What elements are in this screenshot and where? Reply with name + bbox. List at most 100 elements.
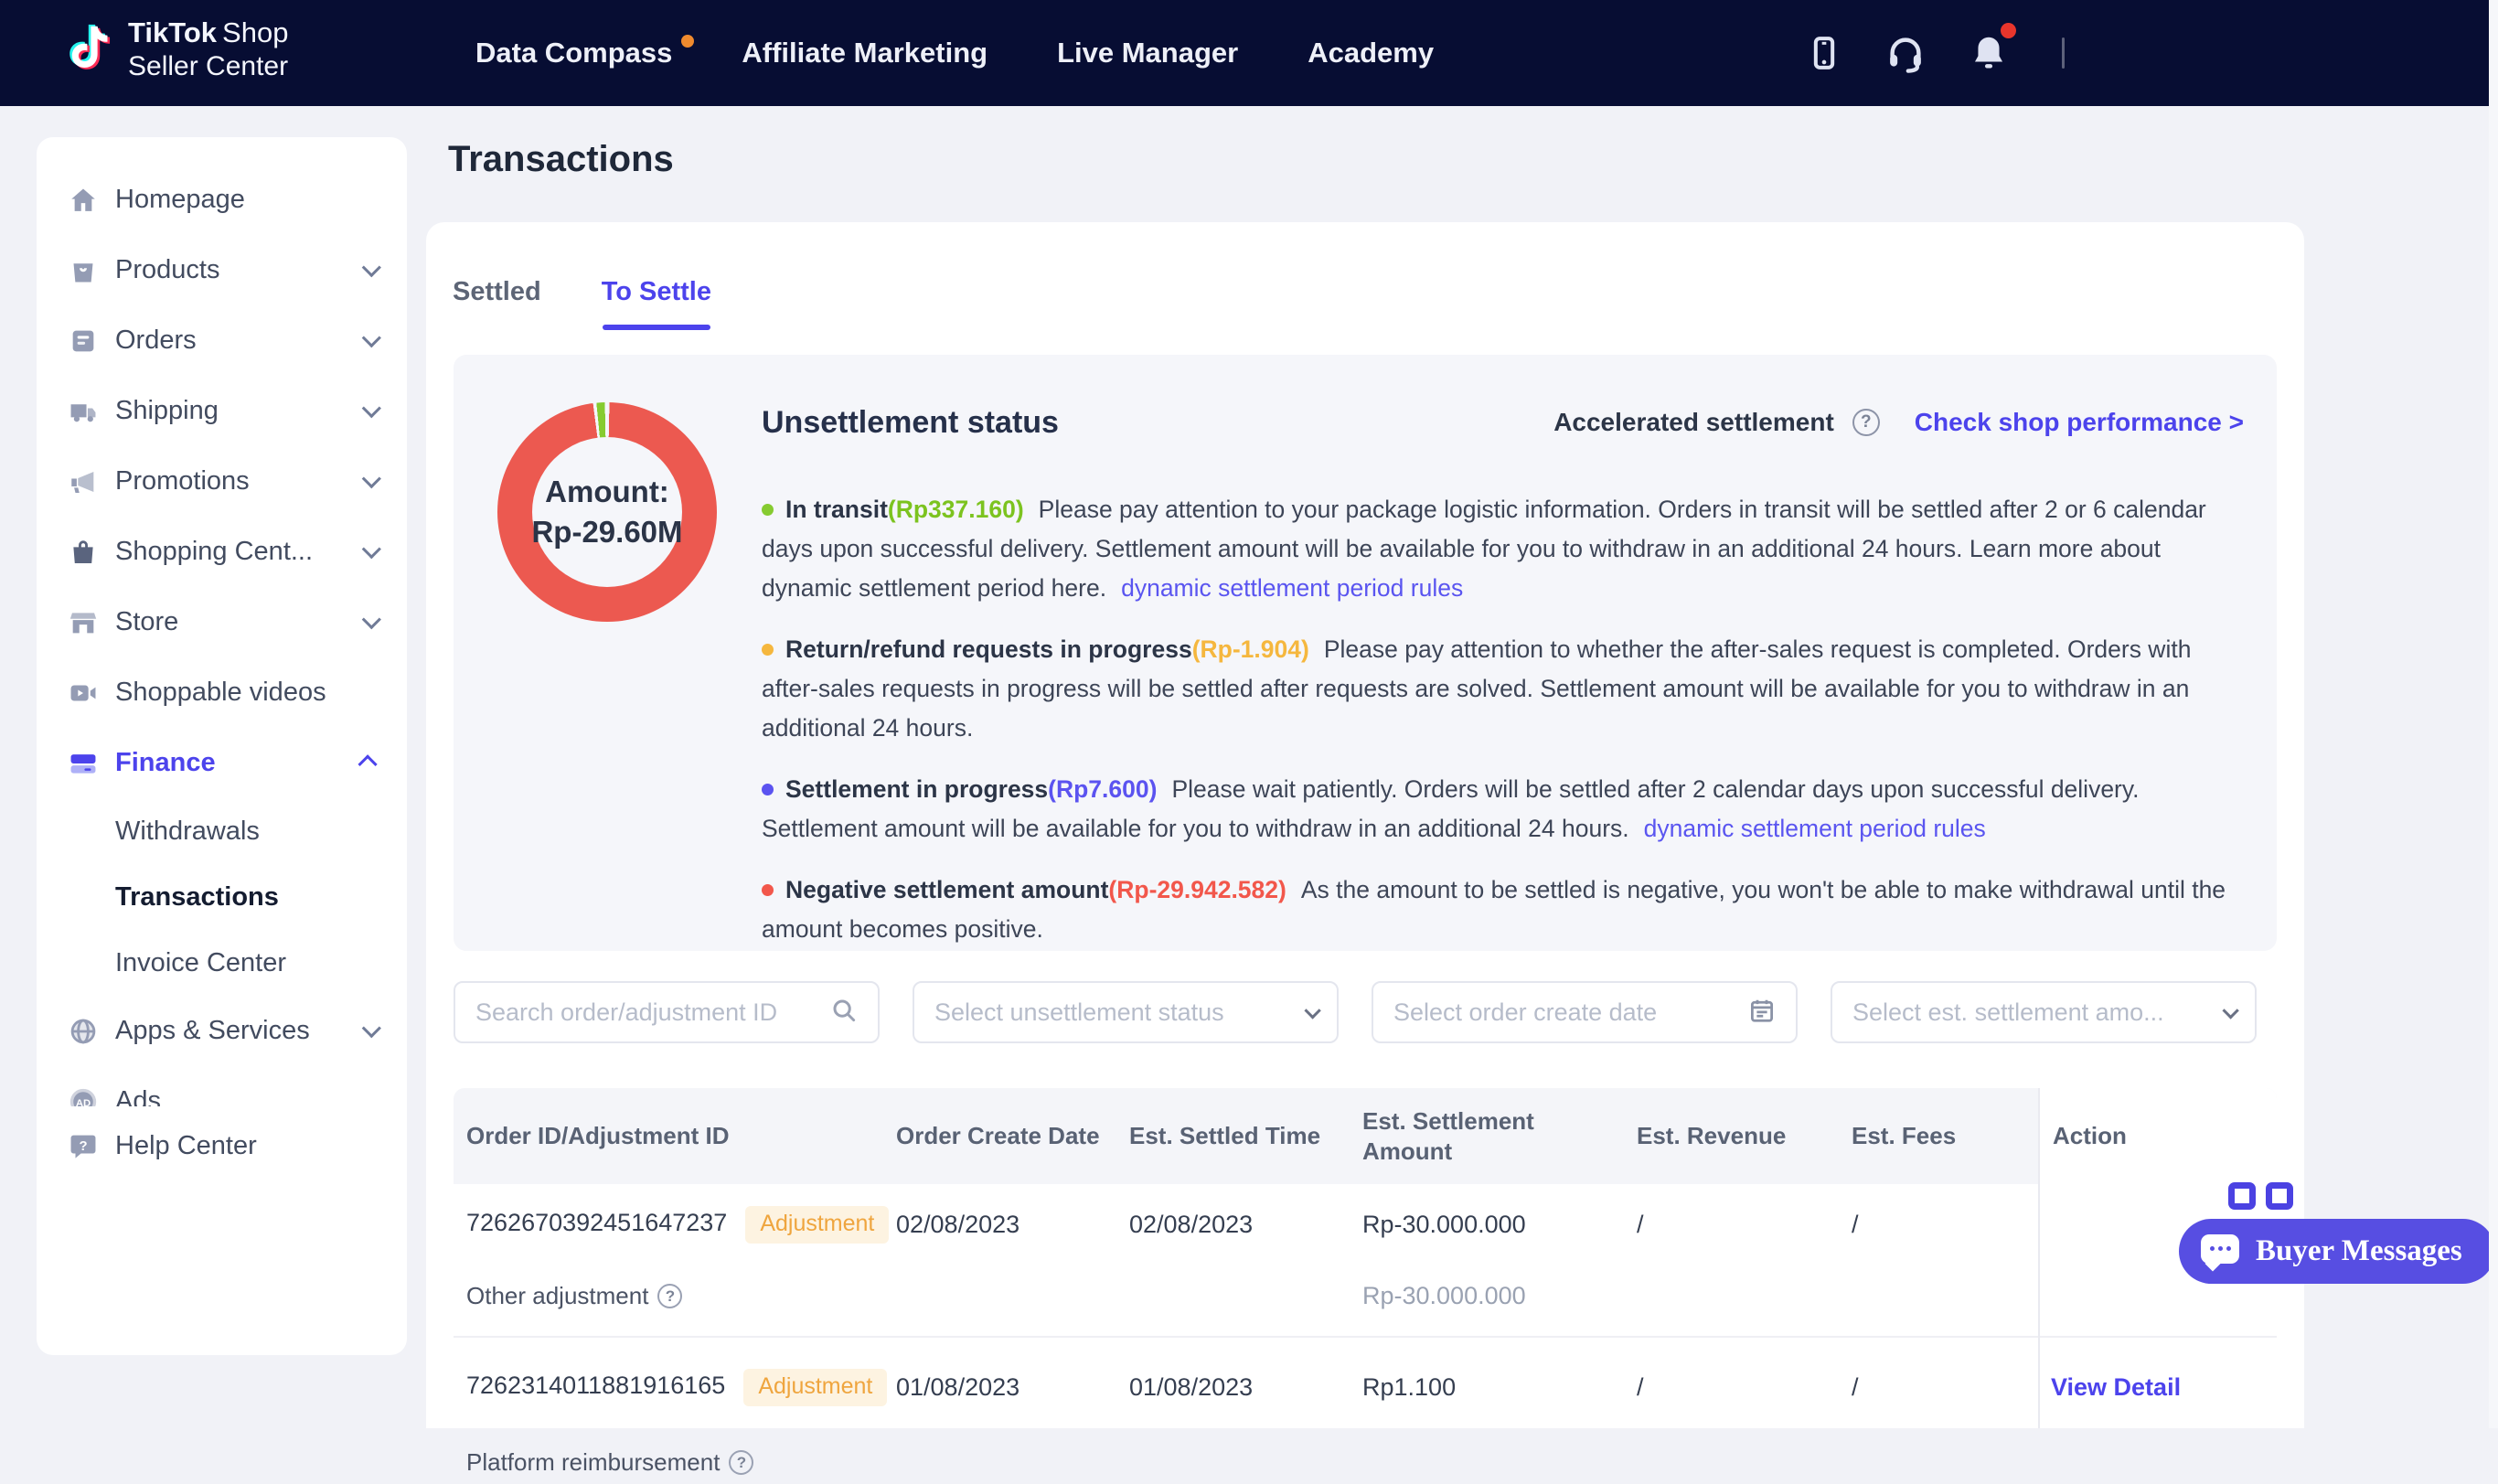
adjustment-badge: Adjustment xyxy=(743,1369,887,1406)
green-status-dot xyxy=(762,504,774,516)
sidebar-item-homepage[interactable]: Homepage xyxy=(37,165,407,235)
sidebar-item-shoppable-videos[interactable]: Shoppable videos xyxy=(37,657,407,728)
status-item-negative-settlement: Negative settlement amount(Rp-29.942.582… xyxy=(762,870,2237,949)
donut-center-text: Amount: Rp-29.60M xyxy=(497,402,717,622)
sidebar-item-shopping-center[interactable]: Shopping Cent... xyxy=(37,517,407,587)
help-tooltip-icon[interactable]: ? xyxy=(657,1284,682,1308)
sidebar-item-invoice-center[interactable]: Invoice Center xyxy=(37,930,407,996)
navbar-divider xyxy=(2062,37,2065,69)
chevron-down-icon xyxy=(362,258,381,277)
calendar-icon xyxy=(1748,997,1776,1029)
nav-item-academy[interactable]: Academy xyxy=(1308,37,1434,69)
globe-icon xyxy=(68,1015,101,1048)
page-scrollbar[interactable] xyxy=(2489,0,2498,1428)
mobile-icon[interactable] xyxy=(1806,33,1842,73)
house-icon xyxy=(68,184,101,217)
video-icon xyxy=(68,677,101,710)
brand-text: TikTokShop Seller Center xyxy=(128,16,288,83)
transactions-table: Order ID/Adjustment ID Order Create Date… xyxy=(454,1088,2277,1484)
help-icon: ? xyxy=(68,1129,101,1162)
chat-bubble-icon xyxy=(2201,1234,2239,1269)
nav-item-data-compass[interactable]: Data Compass xyxy=(475,37,672,69)
sidebar-item-finance[interactable]: Finance xyxy=(37,728,407,798)
transactions-card: Settled To Settle Amount: Rp-29.60M Unse… xyxy=(426,222,2304,1428)
status-bullet-list: In transit(Rp337.160)Please pay attentio… xyxy=(762,490,2237,971)
chevron-down-icon xyxy=(2222,1002,2238,1019)
chevron-down-icon xyxy=(1304,1002,1320,1019)
bag-icon xyxy=(68,254,101,287)
accelerated-settlement-label: Accelerated settlement xyxy=(1553,408,1834,437)
yellow-status-dot xyxy=(762,644,774,656)
table-row: 7262314011881916165Adjustment 01/08/2023… xyxy=(454,1336,2277,1484)
headset-icon[interactable] xyxy=(1884,32,1927,74)
tab-to-settle[interactable]: To Settle xyxy=(602,277,711,307)
bell-icon[interactable] xyxy=(1969,32,2009,74)
chevron-down-icon xyxy=(362,610,381,629)
dynamic-settlement-rules-link[interactable]: dynamic settlement period rules xyxy=(1644,815,1986,842)
sidebar-item-transactions[interactable]: Transactions xyxy=(37,864,407,930)
page-title: Transactions xyxy=(448,139,674,180)
megaphone-icon xyxy=(68,465,101,498)
indigo-status-dot xyxy=(762,784,774,795)
status-item-in-transit: In transit(Rp337.160)Please pay attentio… xyxy=(762,490,2237,608)
adjustment-type-cell: Platform reimbursement? xyxy=(454,1441,883,1484)
help-tooltip-icon[interactable]: ? xyxy=(1852,409,1880,436)
unsettlement-status-select[interactable]: Select unsettlement status xyxy=(913,981,1339,1043)
order-id-cell: 7262670392451647237Adjustment xyxy=(454,1199,883,1251)
view-detail-link[interactable]: View Detail xyxy=(2051,1373,2181,1401)
chevron-down-icon xyxy=(362,328,381,347)
chevron-down-icon xyxy=(362,469,381,488)
help-tooltip-icon[interactable]: ? xyxy=(729,1450,753,1475)
table-header-row: Order ID/Adjustment ID Order Create Date… xyxy=(454,1088,2277,1184)
navbar-icons xyxy=(1806,0,2065,106)
order-id-cell: 7262314011881916165Adjustment xyxy=(454,1361,883,1414)
nav-item-live-manager[interactable]: Live Manager xyxy=(1057,37,1238,69)
search-input[interactable] xyxy=(475,998,830,1027)
top-navbar: TikTokShop Seller Center Data Compass Af… xyxy=(0,0,2489,106)
store-icon xyxy=(68,606,101,639)
navbar-menu: Data Compass Affiliate Marketing Live Ma… xyxy=(475,0,1434,106)
buyer-messages-button[interactable]: Buyer Messages xyxy=(2179,1219,2495,1284)
check-shop-performance-link[interactable]: Check shop performance > xyxy=(1915,408,2244,437)
svg-text:?: ? xyxy=(79,1139,87,1154)
adjustment-type-cell: Other adjustment? xyxy=(454,1275,883,1318)
unsettlement-status-panel: Amount: Rp-29.60M Unsettlement status Ac… xyxy=(454,355,2277,951)
unsettlement-donut-chart: Amount: Rp-29.60M xyxy=(497,402,717,622)
sidebar-item-store[interactable]: Store xyxy=(37,587,407,657)
notification-badge xyxy=(2001,23,2016,38)
tab-settled[interactable]: Settled xyxy=(453,277,541,307)
sidebar-item-shipping[interactable]: Shipping xyxy=(37,376,407,446)
sidebar-item-orders[interactable]: Orders xyxy=(37,305,407,376)
panel-title: Unsettlement status xyxy=(762,405,1059,441)
search-icon xyxy=(830,997,858,1029)
status-item-settlement-in-progress: Settlement in progress(Rp7.600)Please wa… xyxy=(762,770,2237,849)
dynamic-settlement-rules-link[interactable]: dynamic settlement period rules xyxy=(1121,574,1463,602)
sidebar-item-apps-services[interactable]: Apps & Services xyxy=(37,996,407,1066)
chevron-down-icon xyxy=(362,399,381,418)
truck-icon xyxy=(68,395,101,428)
new-feature-dot xyxy=(681,35,694,48)
table-row: 7262670392451647237Adjustment 02/08/2023… xyxy=(454,1184,2277,1336)
shopping-center-icon xyxy=(68,536,101,569)
sidebar-item-promotions[interactable]: Promotions xyxy=(37,446,407,517)
active-tab-underline xyxy=(603,325,710,330)
sidebar-item-withdrawals[interactable]: Withdrawals xyxy=(37,798,407,864)
tiktok-note-icon xyxy=(59,16,115,83)
adjustment-badge: Adjustment xyxy=(745,1206,889,1244)
action-column-divider xyxy=(2038,1088,2040,1428)
finance-icon xyxy=(68,747,101,780)
est-settlement-amount-select[interactable]: Select est. settlement amo... xyxy=(1831,981,2257,1043)
search-order-id-field[interactable] xyxy=(454,981,880,1043)
order-create-date-picker[interactable]: Select order create date xyxy=(1372,981,1798,1043)
status-item-return-refund: Return/refund requests in progress(Rp-1.… xyxy=(762,630,2237,748)
orders-icon xyxy=(68,325,101,358)
chevron-down-icon xyxy=(362,1019,381,1038)
tiktok-shop-logo[interactable]: TikTokShop Seller Center xyxy=(59,16,288,83)
filter-bar: Select unsettlement status Select order … xyxy=(454,981,2257,1043)
sidebar-item-products[interactable]: Products xyxy=(37,235,407,305)
nav-item-affiliate-marketing[interactable]: Affiliate Marketing xyxy=(742,37,987,69)
sidebar-item-help-center[interactable]: ? Help Center xyxy=(37,1106,407,1185)
panel-header-right: Accelerated settlement ? Check shop perf… xyxy=(1553,408,2244,437)
red-status-dot xyxy=(762,884,774,896)
sidebar: Homepage Products Orders Shipping Promot… xyxy=(37,137,407,1355)
